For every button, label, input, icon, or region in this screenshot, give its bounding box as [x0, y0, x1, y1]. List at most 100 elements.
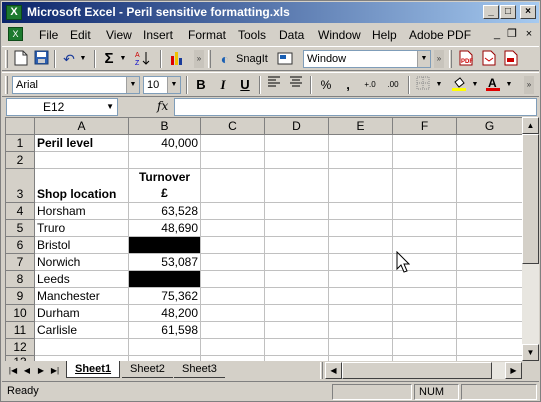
scroll-right-icon[interactable]: ▶: [505, 362, 522, 379]
cell-b4[interactable]: 63,528: [129, 203, 201, 220]
scroll-left-icon[interactable]: ◀: [325, 362, 342, 379]
insert-function-button[interactable]: fx: [157, 99, 168, 113]
close-button[interactable]: ×: [520, 5, 536, 19]
cell-b7[interactable]: 53,087: [129, 254, 201, 271]
tab-sheet3[interactable]: Sheet3: [174, 361, 225, 378]
pdf-convert-icon[interactable]: PDF: [457, 50, 475, 68]
row-header-5[interactable]: 5: [6, 220, 35, 237]
cell-a10[interactable]: Durham: [35, 305, 129, 322]
cell-e11[interactable]: [329, 322, 393, 339]
cell-b9[interactable]: 75,362: [129, 288, 201, 305]
row-header-3[interactable]: 3: [6, 169, 35, 203]
autosum-dropdown-icon[interactable]: ▼: [118, 50, 128, 68]
cell-g4[interactable]: [457, 203, 522, 220]
menu-format[interactable]: Format: [188, 28, 226, 42]
menu-tools[interactable]: Tools: [238, 28, 266, 42]
cell-g7[interactable]: [457, 254, 522, 271]
maximize-button[interactable]: □: [500, 5, 516, 19]
increase-decimal-button[interactable]: +.0: [361, 76, 379, 94]
menu-file[interactable]: File: [39, 28, 58, 42]
cell-b2[interactable]: [129, 152, 201, 169]
toolbar-grip[interactable]: [208, 50, 211, 68]
cell-f12[interactable]: [393, 339, 457, 356]
font-name-combo[interactable]: Arial ▼: [12, 76, 140, 94]
toolbar-grip[interactable]: [5, 76, 8, 94]
cell-b8[interactable]: [129, 271, 201, 288]
menu-data[interactable]: Data: [279, 28, 304, 42]
cell-d9[interactable]: [265, 288, 329, 305]
scroll-up-icon[interactable]: ▲: [522, 117, 539, 134]
cell-g5[interactable]: [457, 220, 522, 237]
row-header-6[interactable]: 6: [6, 237, 35, 254]
cell-b5[interactable]: 48,690: [129, 220, 201, 237]
align-left-icon[interactable]: [265, 76, 283, 94]
menu-adobe-pdf[interactable]: Adobe PDF: [409, 28, 471, 42]
cell-c4[interactable]: [201, 203, 265, 220]
tab-sheet1[interactable]: Sheet1: [66, 361, 121, 378]
cell-d4[interactable]: [265, 203, 329, 220]
first-sheet-icon[interactable]: |◀: [7, 364, 19, 377]
cell-b6[interactable]: [129, 237, 201, 254]
cell-e8[interactable]: [329, 271, 393, 288]
cell-d11[interactable]: [265, 322, 329, 339]
doc-restore-button[interactable]: ❐: [505, 28, 519, 41]
cell-c11[interactable]: [201, 322, 265, 339]
cell-f4[interactable]: [393, 203, 457, 220]
row-header-4[interactable]: 4: [6, 203, 35, 220]
save-icon[interactable]: [32, 50, 50, 68]
menu-help[interactable]: Help: [372, 28, 397, 42]
cell-g2[interactable]: [457, 152, 522, 169]
name-box[interactable]: E12 ▼: [6, 98, 118, 116]
autosum-icon[interactable]: Σ: [100, 50, 118, 68]
row-header-1[interactable]: 1: [6, 135, 35, 152]
cell-g6[interactable]: [457, 237, 522, 254]
cell-a9[interactable]: Manchester: [35, 288, 129, 305]
borders-icon[interactable]: [414, 76, 432, 94]
cell-c12[interactable]: [201, 339, 265, 356]
cell-e7[interactable]: [329, 254, 393, 271]
cell-e3[interactable]: [329, 169, 393, 203]
cell-f8[interactable]: [393, 271, 457, 288]
doc-close-button[interactable]: ×: [522, 28, 536, 41]
select-all-corner[interactable]: [6, 118, 35, 135]
cell-f1[interactable]: [393, 135, 457, 152]
toolbar-options-icon[interactable]: »: [434, 50, 444, 68]
align-center-icon[interactable]: [287, 76, 305, 94]
chart-wizard-icon[interactable]: [168, 50, 186, 68]
excel-app-icon[interactable]: X: [6, 5, 22, 20]
cell-f10[interactable]: [393, 305, 457, 322]
chevron-down-icon[interactable]: ▼: [167, 77, 180, 93]
chevron-down-icon[interactable]: ▼: [126, 77, 139, 93]
menu-edit[interactable]: Edit: [70, 28, 91, 42]
cell-g11[interactable]: [457, 322, 522, 339]
cell-g1[interactable]: [457, 135, 522, 152]
percent-style-button[interactable]: %: [317, 76, 335, 94]
prev-sheet-icon[interactable]: ◀: [21, 364, 33, 377]
cell-d10[interactable]: [265, 305, 329, 322]
cell-d12[interactable]: [265, 339, 329, 356]
row-header-12[interactable]: 12: [6, 339, 35, 356]
cell-c9[interactable]: [201, 288, 265, 305]
fill-color-icon[interactable]: [450, 76, 468, 94]
pdf-review-icon[interactable]: [502, 50, 520, 68]
bold-button[interactable]: B: [192, 76, 210, 94]
cell-a8[interactable]: Leeds: [35, 271, 129, 288]
chevron-down-icon[interactable]: ▼: [106, 99, 114, 115]
cell-a1[interactable]: Peril level: [35, 135, 129, 152]
workbook-icon[interactable]: X: [8, 27, 23, 41]
cell-b1[interactable]: 40,000: [129, 135, 201, 152]
cell-c1[interactable]: [201, 135, 265, 152]
cell-d1[interactable]: [265, 135, 329, 152]
cell-g10[interactable]: [457, 305, 522, 322]
minimize-button[interactable]: _: [483, 5, 499, 19]
cell-g3[interactable]: [457, 169, 522, 203]
cell-e10[interactable]: [329, 305, 393, 322]
toolbar-grip[interactable]: [449, 50, 452, 68]
column-header-e[interactable]: E: [329, 118, 393, 135]
cell-a3[interactable]: Shop location: [35, 169, 129, 203]
cell-f9[interactable]: [393, 288, 457, 305]
font-size-combo[interactable]: 10 ▼: [143, 76, 181, 94]
row-header-9[interactable]: 9: [6, 288, 35, 305]
pdf-email-icon[interactable]: [480, 50, 498, 68]
worksheet-grid[interactable]: A B C D E F G 1 2 3 4 5 6 7 8 9 10 11 12…: [5, 117, 522, 361]
